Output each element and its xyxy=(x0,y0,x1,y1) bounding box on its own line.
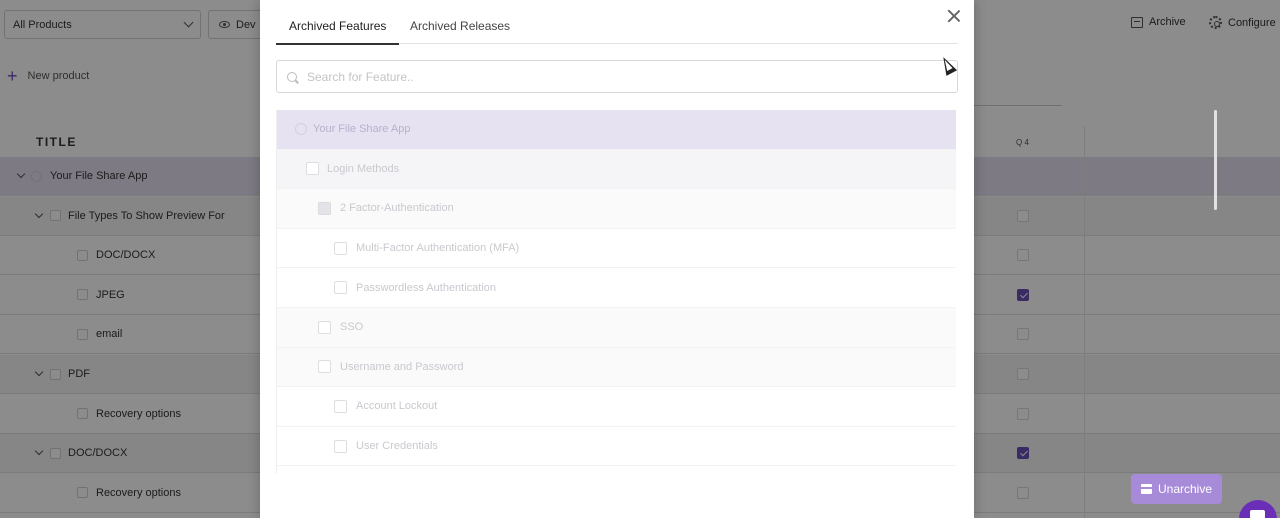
tab-archived-releases[interactable]: Archived Releases xyxy=(410,19,510,33)
item-checkbox[interactable] xyxy=(334,241,347,255)
list-item[interactable]: SSO xyxy=(277,308,956,348)
search-icon xyxy=(287,71,297,82)
status-circle[interactable] xyxy=(295,123,307,136)
modal-tabs: Archived Features Archived Releases xyxy=(275,0,958,45)
unarchive-icon xyxy=(1140,484,1152,494)
item-checkbox[interactable] xyxy=(334,439,347,453)
item-checkbox[interactable] xyxy=(318,201,331,215)
list-item-label: User Credentials xyxy=(356,440,438,453)
list-item-label: Account Lockout xyxy=(356,400,438,413)
list-item-label: Passwordless Authentication xyxy=(356,281,497,294)
item-checkbox[interactable] xyxy=(306,162,319,176)
feature-search xyxy=(276,60,958,93)
item-checkbox[interactable] xyxy=(334,399,347,413)
item-checkbox[interactable] xyxy=(334,281,347,295)
close-icon[interactable] xyxy=(947,9,961,23)
list-scrollbar[interactable] xyxy=(1214,110,1217,210)
list-item-label: Your File Share App xyxy=(313,123,411,136)
list-item[interactable]: User Credentials xyxy=(277,427,956,467)
list-item-label: 2 Factor-Authentication xyxy=(340,202,454,215)
list-item-label: Multi-Factor Authentication (MFA) xyxy=(356,242,520,255)
tab-archived-features[interactable]: Archived Features xyxy=(275,19,400,45)
item-checkbox[interactable] xyxy=(318,360,331,374)
list-item-label: Login Methods xyxy=(327,162,400,175)
search-input[interactable] xyxy=(307,69,907,84)
archive-modal: Archived Features Archived Releases Your… xyxy=(260,0,1222,518)
list-item[interactable]: Your File Share App xyxy=(277,110,956,150)
item-checkbox[interactable] xyxy=(318,320,331,334)
list-item[interactable]: 2 Factor-Authentication xyxy=(277,189,956,229)
list-item-label: Username and Password xyxy=(340,360,464,373)
list-item[interactable]: Login Methods xyxy=(277,149,956,190)
list-item[interactable]: Username and Password xyxy=(277,347,956,388)
unarchive-label: Unarchive xyxy=(1157,482,1213,496)
list-item[interactable]: Multi-Factor Authentication (MFA) xyxy=(277,229,956,269)
list-item[interactable]: Account Lockout xyxy=(277,387,956,427)
list-item[interactable]: Passwordless Authentication xyxy=(277,268,956,308)
archived-feature-list: Your File Share App Login Methods 2 Factor… xyxy=(276,110,956,474)
unarchive-button[interactable]: Unarchive xyxy=(1131,474,1222,504)
list-item-label: SSO xyxy=(340,321,364,334)
